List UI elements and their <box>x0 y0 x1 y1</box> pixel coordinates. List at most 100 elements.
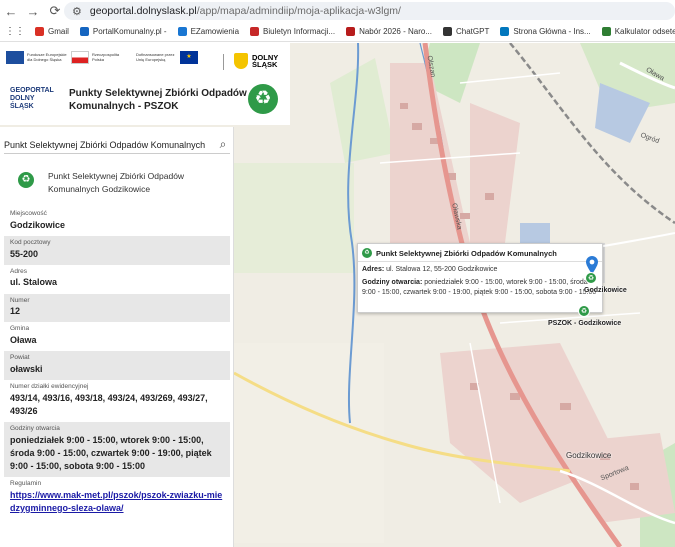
attr-kod-pocztowy: Kod pocztowy 55-200 <box>4 235 230 265</box>
bookmark-item[interactable]: EZamowienia <box>177 27 240 36</box>
popup-hours-row: Godziny otwarcia: poniedziałek 9:00 - 15… <box>362 278 600 298</box>
attr-numer: Numer 12 <box>4 293 230 323</box>
attr-regulamin: Regulamin https://www.mak-met.pl/pszok/p… <box>4 477 230 519</box>
marker-label: PSZOK - Godzikowice <box>548 320 622 327</box>
bookmark-favicon-icon <box>601 27 611 36</box>
bookmark-label: EZamowienia <box>190 27 240 36</box>
forward-icon[interactable]: → <box>22 4 44 19</box>
pszok-marker-icon[interactable]: ♻ <box>585 272 597 284</box>
search-box[interactable]: Punkt Selektywnej Zbiórki Odpadów Komuna… <box>4 136 230 154</box>
bookmark-favicon-icon <box>79 27 89 36</box>
bookmark-favicon-icon <box>35 27 44 36</box>
attr-miejscowosc: Miejscowość Godzikowice <box>4 207 230 236</box>
attr-label: Godziny otwarcia <box>10 424 60 432</box>
bookmark-favicon-icon <box>346 27 356 36</box>
attr-label: Miejscowość <box>10 210 47 217</box>
bookmark-favicon-icon <box>177 27 187 36</box>
attr-label: Gmina <box>10 325 30 333</box>
recycling-icon: ♻ <box>248 84 278 114</box>
popup-address-label: Adres: <box>362 266 385 273</box>
popup-hours-label: Godziny otwarcia: <box>362 279 423 287</box>
bookmark-favicon-icon <box>500 27 510 36</box>
attr-label: Adres <box>10 267 27 275</box>
dolny-slask-logo: DOLNY ŚLĄSK <box>234 53 286 69</box>
site-settings-icon[interactable]: ⚙ <box>72 5 82 18</box>
result-name: Punkt Selektywnej Zbiórki Odpadów Komuna… <box>48 171 185 195</box>
pszok-marker-icon[interactable]: ♻ <box>578 305 590 317</box>
attr-label: Regulamin <box>10 479 42 487</box>
attr-value: ul. Stalowa <box>10 277 58 288</box>
poland-text: Rzeczpospolita Polska <box>92 52 120 62</box>
attr-adres: Adres ul. Stalowa <box>4 265 230 294</box>
eu-flag-logo: ★ <box>180 51 198 64</box>
attr-value: Oława <box>10 335 37 346</box>
bookmark-item[interactable]: Strona Główna - Ins... <box>500 27 591 36</box>
bookmark-item[interactable]: Nabór 2026 - Naro... <box>346 27 432 36</box>
bookmark-label: Gmail <box>48 27 69 36</box>
address-bar[interactable]: ⚙ geoportal.dolnyslask.pl/app/mapa/admin… <box>64 2 675 20</box>
attr-value: oławski <box>10 364 43 375</box>
bookmark-favicon-icon <box>250 27 260 36</box>
popup-address-row: Adres: ul. Stalowa 12, 55-200 Godzikowic… <box>362 265 600 275</box>
search-input[interactable]: Punkt Selektywnej Zbiórki Odpadów Komuna… <box>4 140 216 150</box>
url-path: /app/mapa/admindiip/moja-aplikacja-w3lgm… <box>196 5 401 17</box>
bookmark-label: Biuletyn Informacji... <box>263 27 336 36</box>
marker-label: Godzikowice <box>584 287 627 294</box>
attr-value: Godzikowice <box>10 219 66 230</box>
eu-funds-logo <box>6 51 24 64</box>
bookmark-favicon-icon <box>443 27 452 36</box>
eu-cofinance-text: Dofinansowane przez Unię Europejską <box>136 52 175 62</box>
bookmark-item[interactable]: Biuletyn Informacji... <box>250 27 335 36</box>
browser-toolbar: ← → ⟳ ⚙ geoportal.dolnyslask.pl/app/mapa… <box>0 0 675 22</box>
bookmark-item[interactable]: PortalKomunalny.pl - <box>79 27 167 36</box>
attr-value: poniedziałek 9:00 - 15:00, wtorek 9:00 -… <box>10 434 212 471</box>
recycling-icon: ♻ <box>18 172 34 188</box>
app-title: Punkty Selektywnej Zbiórki Odpadów Komun… <box>69 88 247 112</box>
search-icon[interactable]: ⌕ <box>216 137 230 152</box>
eu-funds-text: Fundusze Europejskie dla Dolnego Śląska <box>27 52 67 62</box>
attr-label: Kod pocztowy <box>10 238 51 246</box>
bookmark-label: ChatGPT <box>456 27 490 36</box>
attr-label: Numer działki ewidencyjnej <box>10 383 89 391</box>
attribute-list: Miejscowość Godzikowice Kod pocztowy 55-… <box>4 207 230 519</box>
bookmark-label: Nabór 2026 - Naro... <box>359 27 432 36</box>
poland-flag-logo <box>71 51 89 64</box>
regulamin-link[interactable]: https://www.mak-met.pl/pszok/pszok-zwiaz… <box>10 489 224 515</box>
attr-label: Numer <box>10 296 30 304</box>
dolny-slask-text: DOLNY ŚLĄSK <box>252 52 279 69</box>
url-host: geoportal.dolnyslask.pl <box>89 5 197 17</box>
feature-popup: ♻ Punkt Selektywnej Zbiórki Odpadów Komu… <box>357 243 603 313</box>
logo-divider <box>223 54 224 70</box>
bookmark-label: Kalkulator odsetek... <box>614 27 675 36</box>
dolny-slask-shield-icon <box>234 53 248 69</box>
attr-label: Powiat <box>10 354 30 362</box>
funding-logos: Fundusze Europejskie dla Dolnego Śląska … <box>6 51 201 64</box>
bookmark-item[interactable]: ChatGPT <box>443 27 489 36</box>
bookmark-item[interactable]: Kalkulator odsetek... <box>601 27 675 36</box>
search-result[interactable]: ♻ Punkt Selektywnej Zbiórki Odpadów Komu… <box>4 163 230 199</box>
attr-gmina: Gmina Oława <box>4 322 230 351</box>
attr-value: 55-200 <box>10 248 39 259</box>
geoportal-logo[interactable]: GEOPORTAL DOLNY ŚLĄSK <box>10 87 58 111</box>
back-icon[interactable]: ← <box>0 4 22 19</box>
attr-value: 12 <box>10 306 21 317</box>
attr-numer-dzialki: Numer działki ewidencyjnej 493/14, 493/1… <box>4 380 230 422</box>
app-header: Fundusze Europejskie dla Dolnego Śląska … <box>0 43 290 125</box>
bookmark-item[interactable]: Gmail <box>35 27 69 36</box>
bookmarks-bar: ⋮⋮ Gmail PortalKomunalny.pl - EZamowienia B… <box>0 22 675 42</box>
reload-icon[interactable]: ⟳ <box>44 3 66 19</box>
popup-address: ul. Stalowa 12, 55-200 Godzikowice <box>386 266 498 273</box>
recycling-icon: ♻ <box>362 248 372 258</box>
info-panel: Punkt Selektywnej Zbiórki Odpadów Komuna… <box>0 127 234 547</box>
place-label: Godzikowice <box>566 451 612 460</box>
popup-title: Punkt Selektywnej Zbiórki Odpadów Komuna… <box>376 248 557 258</box>
attr-powiat: Powiat oławski <box>4 351 230 381</box>
popup-body: Adres: ul. Stalowa 12, 55-200 Godzikowic… <box>362 265 600 298</box>
popup-divider <box>358 261 602 262</box>
bookmark-label: PortalKomunalny.pl - <box>92 27 167 36</box>
attr-godziny-otwarcia: Godziny otwarcia poniedziałek 9:00 - 15:… <box>4 421 230 477</box>
popup-header: ♻ Punkt Selektywnej Zbiórki Odpadów Komu… <box>362 248 557 258</box>
bookmark-label: Strona Główna - Ins... <box>513 27 591 36</box>
apps-icon[interactable]: ⋮⋮ <box>5 26 25 37</box>
attr-value: 493/14, 493/16, 493/18, 493/24, 493/269,… <box>10 392 208 416</box>
